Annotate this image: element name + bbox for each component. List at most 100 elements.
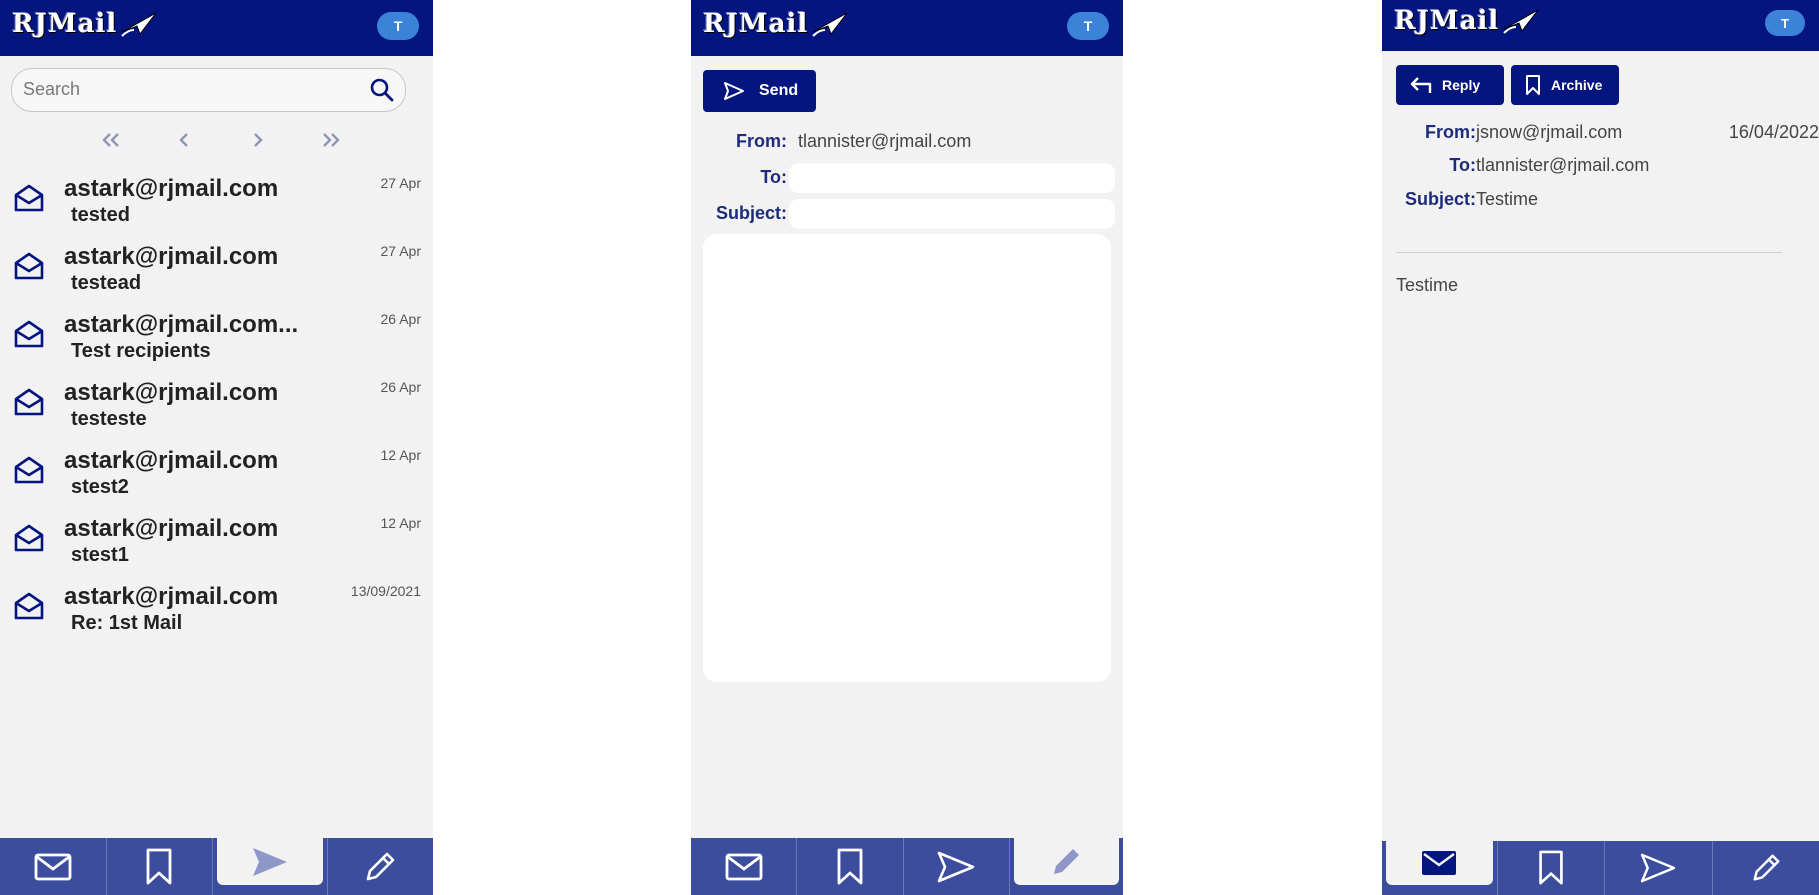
mail-list-item[interactable]: astark@rjmail.com stest2 12 Apr	[0, 440, 433, 508]
message-body: Testime	[1396, 275, 1459, 295]
bookmark-icon	[1526, 75, 1540, 95]
mail-subject: testeste	[71, 408, 147, 430]
subject-label: Subject:	[715, 203, 787, 223]
mail-list: astark@rjmail.com tested 27 Apr astark@r…	[0, 168, 433, 644]
to-label: To:	[1449, 155, 1476, 175]
open-envelope-icon	[14, 252, 44, 280]
mail-sender: astark@rjmail.com	[64, 243, 279, 270]
open-envelope-icon	[14, 388, 44, 416]
subject-value: Testime	[1476, 189, 1539, 209]
nav-divider	[212, 838, 213, 895]
mail-date: 13/09/2021	[350, 583, 421, 599]
send-icon	[937, 851, 975, 882]
mail-list-item[interactable]: astark@rjmail.com testead 27 Apr	[0, 236, 433, 304]
open-envelope-icon	[14, 320, 44, 348]
to-label: To:	[760, 167, 787, 187]
subject-field[interactable]	[789, 199, 1115, 229]
mail-list-item[interactable]: astark@rjmail.com tested 27 Apr	[0, 168, 433, 236]
archive-button[interactable]: Archive	[1511, 65, 1619, 105]
send-icon	[252, 847, 287, 876]
to-field[interactable]	[789, 163, 1115, 193]
nav-tab-compose[interactable]	[1013, 838, 1119, 885]
open-envelope-icon	[14, 184, 44, 212]
top-bar: RJMail T	[1382, 0, 1819, 51]
first-page-icon[interactable]	[96, 126, 126, 154]
envelope-icon	[725, 853, 763, 880]
reply-button[interactable]: Reply	[1396, 65, 1504, 105]
last-page-icon[interactable]	[316, 126, 346, 154]
nav-tab-inbox[interactable]	[691, 838, 796, 895]
mail-date: 12 Apr	[380, 447, 421, 463]
mail-date: 27 Apr	[380, 175, 421, 191]
message-body-field[interactable]	[703, 234, 1111, 682]
envelope-icon	[34, 853, 72, 880]
paper-plane-logo-icon	[121, 12, 157, 37]
from-label: From:	[736, 131, 787, 151]
mail-date: 26 Apr	[380, 379, 421, 395]
nav-divider	[1008, 838, 1010, 895]
paper-plane-logo-icon	[1503, 9, 1539, 34]
subject-label: Subject:	[1404, 189, 1476, 209]
bottom-nav	[691, 838, 1123, 895]
user-avatar[interactable]: T	[1067, 12, 1109, 40]
nav-tab-archive[interactable]	[1498, 841, 1605, 895]
app-logo[interactable]: RJMail	[12, 9, 158, 39]
nav-tab-inbox[interactable]	[0, 838, 106, 895]
mail-sender: astark@rjmail.com	[64, 379, 279, 406]
nav-tab-compose[interactable]	[328, 838, 434, 895]
mail-list-item[interactable]: astark@rjmail.com... Test recipients 26 …	[0, 304, 433, 372]
open-envelope-icon	[14, 592, 44, 620]
send-label: Send	[759, 82, 799, 99]
app-logo[interactable]: RJMail	[1394, 6, 1540, 36]
user-avatar[interactable]: T	[377, 12, 419, 40]
pencil-icon	[366, 852, 395, 880]
open-envelope-icon	[14, 524, 44, 552]
message-date: 16/04/2022	[1728, 122, 1819, 142]
from-value: tlannister@rjmail.com	[798, 131, 972, 151]
from-label: From:	[1425, 122, 1476, 142]
next-page-icon[interactable]	[243, 126, 273, 154]
mail-list-item[interactable]: astark@rjmail.com Re: 1st Mail 13/09/202…	[0, 576, 433, 644]
read-panel: RJMail T Reply Archive From: jsnow@rjmai…	[1382, 0, 1819, 895]
nav-tab-archive[interactable]	[797, 838, 902, 895]
mail-date: 12 Apr	[380, 515, 421, 531]
search-input[interactable]	[12, 69, 363, 109]
compose-panel: RJMail T Send From: tlannister@rjmail.co…	[691, 0, 1123, 895]
from-value: jsnow@rjmail.com	[1476, 122, 1623, 142]
bookmark-icon	[837, 848, 863, 884]
nav-tab-compose[interactable]	[1713, 841, 1819, 895]
envelope-icon	[1422, 851, 1457, 875]
user-avatar[interactable]: T	[1765, 10, 1805, 36]
nav-tab-inbox[interactable]	[1386, 841, 1493, 885]
mail-date: 26 Apr	[380, 311, 421, 327]
send-button[interactable]: Send	[703, 70, 816, 112]
bookmark-icon	[146, 848, 172, 884]
send-icon	[724, 82, 744, 100]
header-divider	[1396, 252, 1782, 253]
top-bar: RJMail T	[0, 0, 433, 56]
mail-sender: astark@rjmail.com	[64, 583, 279, 610]
search-icon[interactable]	[369, 77, 395, 103]
prev-page-icon[interactable]	[169, 126, 199, 154]
logo-text: RJMail	[12, 9, 118, 39]
app-logo[interactable]: RJMail	[703, 9, 849, 39]
send-icon	[1641, 853, 1676, 883]
mail-sender: astark@rjmail.com	[64, 175, 279, 202]
mail-sender: astark@rjmail.com...	[64, 311, 299, 338]
nav-tab-archive[interactable]	[107, 838, 213, 895]
mail-date: 27 Apr	[380, 243, 421, 259]
logo-text: RJMail	[1394, 6, 1500, 36]
mail-list-item[interactable]: astark@rjmail.com stest1 12 Apr	[0, 508, 433, 576]
reply-label: Reply	[1442, 77, 1481, 93]
nav-tab-sent[interactable]	[1605, 841, 1712, 895]
mail-list-item[interactable]: astark@rjmail.com testeste 26 Apr	[0, 372, 433, 440]
paper-plane-logo-icon	[812, 12, 848, 37]
logo-text: RJMail	[703, 9, 809, 39]
nav-tab-sent[interactable]	[217, 838, 323, 885]
search-box	[11, 68, 406, 112]
mail-sender: astark@rjmail.com	[64, 447, 279, 474]
nav-tab-sent[interactable]	[904, 838, 1009, 895]
mail-subject: stest2	[71, 476, 129, 498]
inbox-panel: RJMail T astark@rjmail.	[0, 0, 433, 895]
reply-arrow-icon	[1410, 77, 1432, 93]
